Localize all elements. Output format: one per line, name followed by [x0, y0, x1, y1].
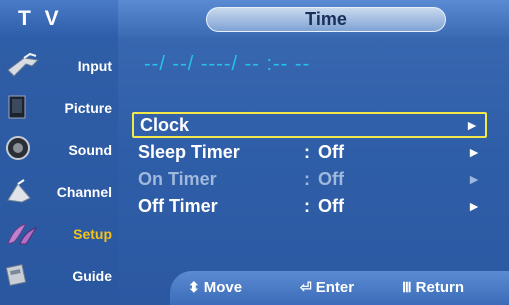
sidebar: T V Input Picture Sound Channel Setup Gu… [0, 0, 118, 305]
menu-item-label: On Timer [138, 168, 217, 189]
menu-item-label: Off Timer [138, 195, 218, 216]
arrow-right-icon: ► [467, 171, 481, 187]
current-datetime: --/ --/ ----/ -- :-- -- [144, 53, 311, 75]
return-icon: Ⅲ [402, 279, 412, 295]
sidebar-item-label: Sound [68, 142, 112, 158]
footer-move-label: Move [203, 279, 243, 296]
menu-item-colon: : [304, 141, 310, 162]
sidebar-item-picture[interactable]: Picture [0, 88, 118, 128]
menu-item-value: Off [318, 168, 344, 189]
sidebar-title: T V [0, 0, 118, 38]
footer-return: Ⅲ Return [402, 279, 464, 296]
sidebar-item-label: Setup [73, 226, 112, 242]
arrow-right-icon: ► [467, 144, 481, 160]
setup-icon [7, 223, 38, 245]
menu-item-colon: : [304, 195, 310, 216]
channel-icon [7, 179, 31, 203]
footer-enter: ⏎ Enter [300, 279, 354, 296]
sidebar-item-label: Input [77, 58, 112, 74]
footer-return-label: Return [415, 279, 464, 296]
menu-item-value: Off [318, 195, 344, 216]
sidebar-item-guide[interactable]: Guide [0, 256, 118, 296]
guide-icon [5, 263, 27, 287]
menu-item-value: Off [318, 141, 344, 162]
footer-enter-label: Enter [315, 279, 355, 296]
menu-item-clock[interactable]: Clock ► [132, 112, 487, 138]
enter-icon: ⏎ [300, 279, 312, 295]
input-icon [7, 52, 40, 77]
arrow-right-icon: ► [465, 117, 479, 133]
menu-item-colon: : [304, 168, 310, 189]
sidebar-item-input[interactable]: Input [0, 46, 118, 86]
footer-move: ⬍ Move [188, 279, 242, 296]
picture-icon [8, 95, 26, 119]
sound-icon [6, 136, 30, 160]
tv-menu-screen: T V Input Picture Sound Channel Setup Gu… [0, 0, 509, 305]
move-icon: ⬍ [188, 279, 200, 295]
arrow-right-icon: ► [467, 198, 481, 214]
main-panel: Time --/ --/ ----/ -- :-- -- Clock ► Sle… [118, 0, 509, 305]
sidebar-item-label: Guide [72, 268, 112, 284]
menu-item-on-timer: On Timer : Off ► [132, 166, 487, 192]
sidebar-item-label: Picture [64, 100, 112, 116]
menu-item-off-timer[interactable]: Off Timer : Off ► [132, 193, 487, 219]
menu-item-sleep-timer[interactable]: Sleep Timer : Off ► [132, 139, 487, 165]
sidebar-item-channel[interactable]: Channel [0, 172, 118, 212]
footer-hint-bar: ⬍ Move ⏎ Enter Ⅲ Return [170, 271, 509, 305]
page-title: Time [206, 7, 446, 32]
sidebar-item-setup[interactable]: Setup [0, 214, 118, 254]
sidebar-item-sound[interactable]: Sound [0, 130, 118, 170]
menu-item-label: Sleep Timer [138, 141, 240, 162]
menu-item-label: Clock [140, 114, 190, 135]
sidebar-item-label: Channel [56, 184, 112, 200]
